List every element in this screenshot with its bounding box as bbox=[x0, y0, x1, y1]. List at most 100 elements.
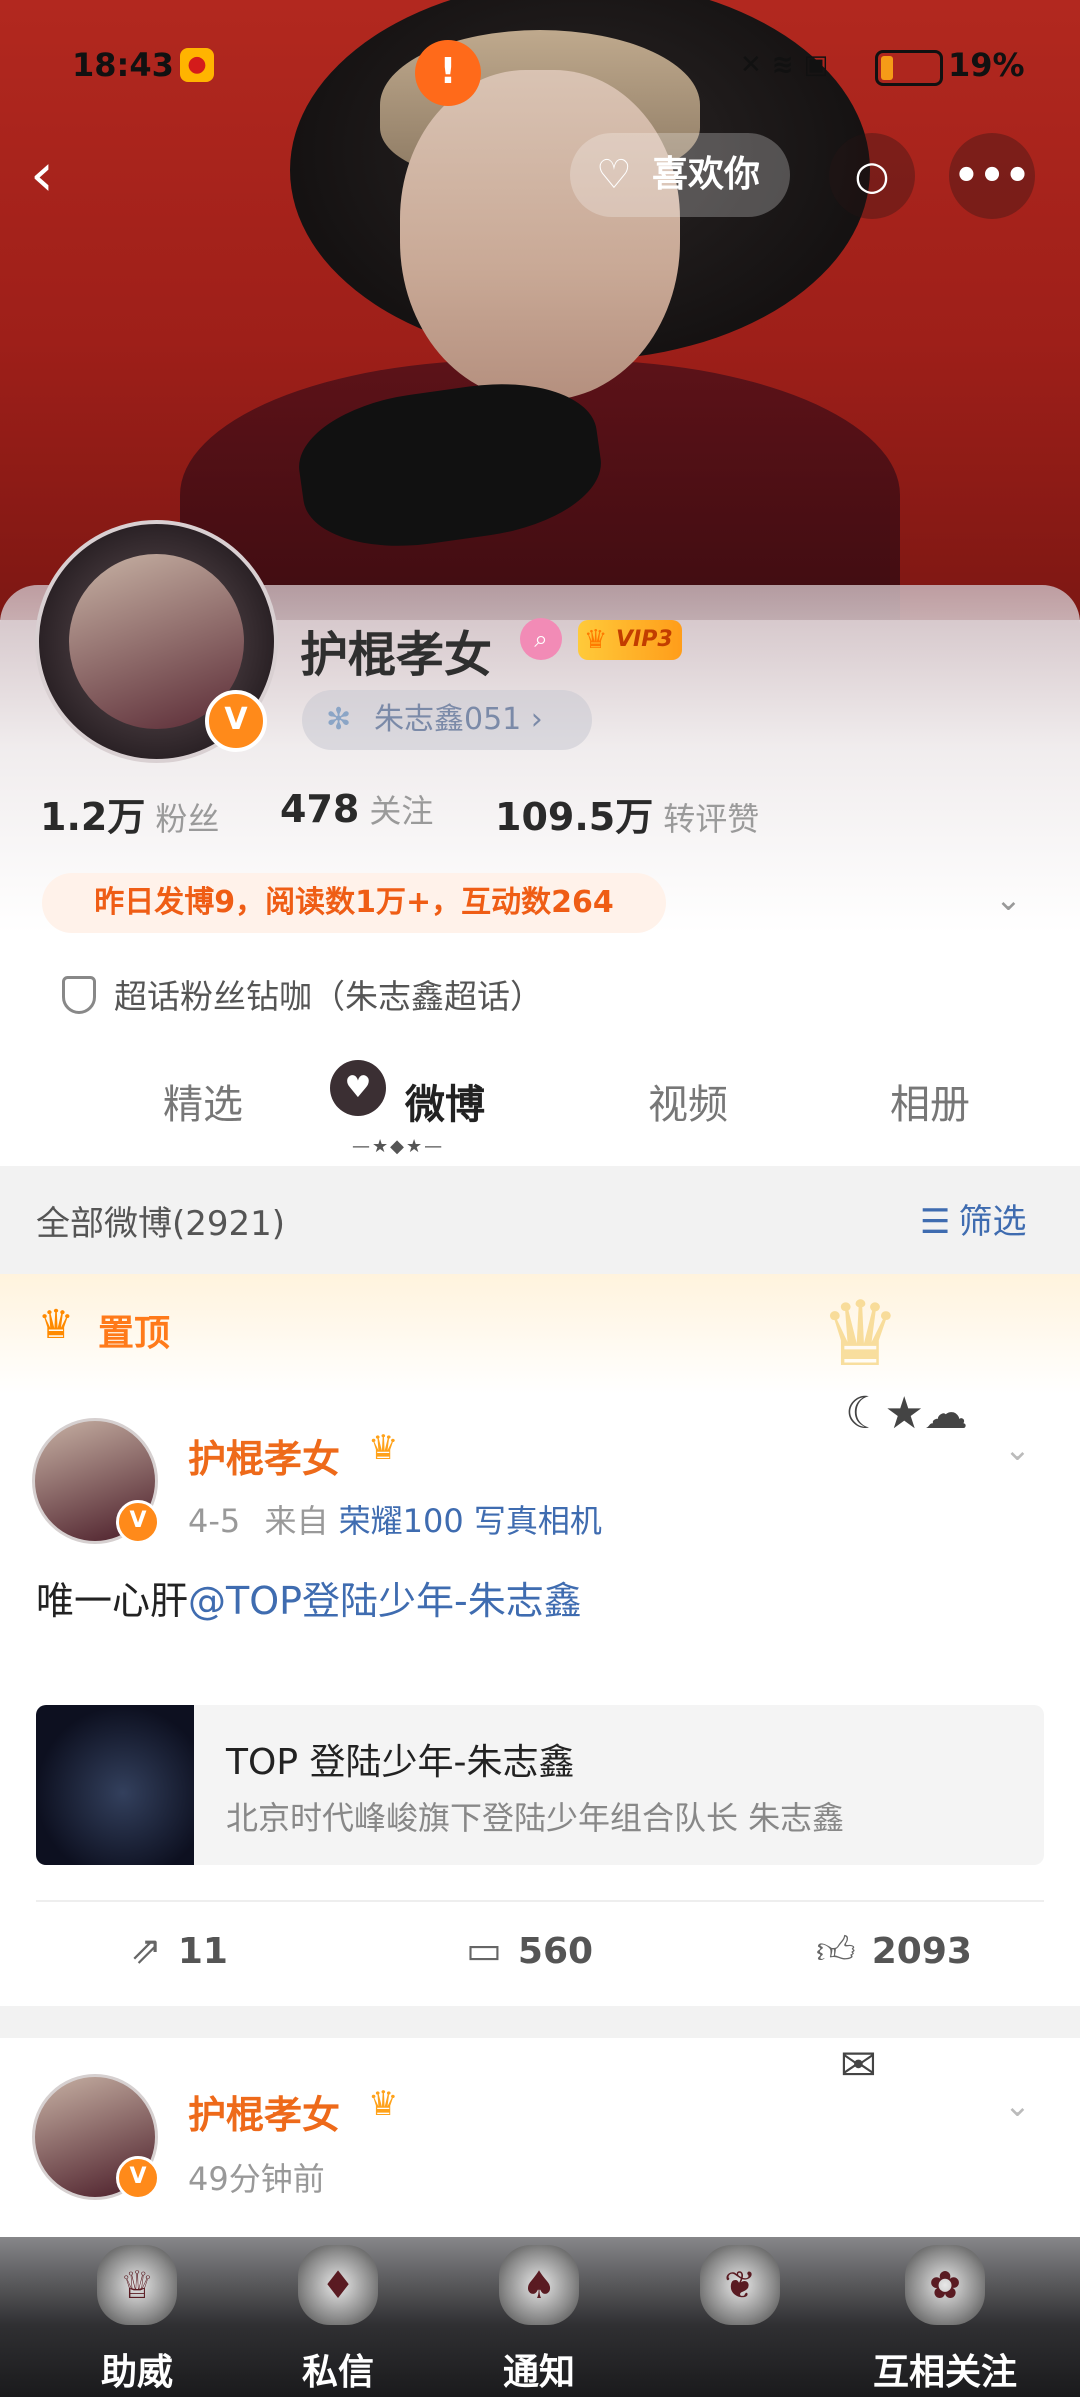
notification-icon: ♠ bbox=[499, 2245, 579, 2325]
nav-messages[interactable]: ♦ 私信 bbox=[273, 2237, 403, 2397]
tab-album[interactable]: 相册 bbox=[890, 1072, 970, 1130]
vip-label: VIP3 bbox=[616, 627, 673, 652]
vip-badge[interactable]: ♛ VIP3 bbox=[578, 620, 682, 660]
repost-icon: ⇗ bbox=[130, 1928, 162, 1972]
thumbs-up-icon: 👍︎ bbox=[816, 1928, 856, 1972]
search-badge-icon[interactable]: ⌕ bbox=[520, 618, 562, 660]
search-button[interactable]: ○ bbox=[829, 133, 915, 219]
interactions-label: 转评赞 bbox=[663, 800, 760, 838]
crown-icon: ♛ bbox=[368, 1428, 399, 1468]
chevron-down-icon[interactable]: ⌄ bbox=[1004, 2086, 1031, 2124]
heart-icon: ♥ bbox=[330, 1060, 386, 1116]
snowflake-icon: ✻ bbox=[326, 702, 352, 737]
filter-button[interactable]: ☰ 筛选 bbox=[920, 1194, 1026, 1243]
link-title: TOP 登陆少年-朱志鑫 bbox=[226, 1742, 575, 1783]
more-icon: ••• bbox=[953, 153, 1031, 199]
post-card[interactable] bbox=[0, 1394, 1080, 2006]
following-label: 关注 bbox=[369, 792, 434, 830]
pinned-label: 置顶 bbox=[98, 1313, 171, 1354]
search-icon: ○ bbox=[854, 153, 890, 199]
battery-icon bbox=[875, 50, 943, 86]
status-time: 18:43 bbox=[72, 46, 174, 84]
post-text-body: 唯一心肝 bbox=[36, 1579, 189, 1623]
nav-notifications-label: 通知 bbox=[502, 2352, 575, 2393]
nav-mutual-follow[interactable]: ✿ 互相关注 bbox=[860, 2237, 1030, 2397]
fan-title: 超话粉丝钻咖（朱志鑫超话） bbox=[114, 977, 543, 1016]
post-card[interactable] bbox=[0, 2038, 1080, 2237]
chevron-down-icon[interactable]: ⌄ bbox=[995, 880, 1022, 918]
link-thumbnail bbox=[36, 1705, 194, 1865]
link-subtitle: 北京时代峰峻旗下登陆少年组合队长 朱志鑫 bbox=[226, 1799, 845, 1837]
repost-button[interactable]: ⇗ 11 bbox=[130, 1928, 228, 1972]
following-count: 478 bbox=[280, 787, 360, 831]
weibo-notification-icon: ● bbox=[180, 48, 214, 82]
tab-weibo[interactable]: 微博 bbox=[405, 1072, 485, 1130]
super-topic-label: 朱志鑫051 › bbox=[374, 702, 543, 737]
nav-messages-label: 私信 bbox=[301, 2352, 374, 2393]
pinned-header: ♛ 置顶 ♛ bbox=[0, 1274, 1080, 1394]
comment-button[interactable]: ▭ 560 bbox=[466, 1928, 593, 1972]
profile-username: 护棍孝女 bbox=[300, 627, 493, 683]
filter-icon: ☰ bbox=[920, 1202, 951, 1242]
like-button[interactable]: 👍︎ 2093 bbox=[816, 1928, 972, 1974]
shield-icon bbox=[62, 975, 96, 1014]
signal-wifi-icons: ✕≋▣ bbox=[740, 50, 839, 80]
comment-icon: ▭ bbox=[466, 1928, 502, 1972]
more-button[interactable]: ••• bbox=[949, 133, 1035, 219]
followers-label: 粉丝 bbox=[155, 800, 220, 838]
back-button[interactable]: ‹ bbox=[30, 140, 90, 210]
following-stat[interactable]: 478 关注 bbox=[280, 786, 433, 832]
followers-stat[interactable]: 1.2万 粉丝 bbox=[40, 786, 219, 841]
tab-underline-decoration: —★◆★— bbox=[352, 1136, 445, 1157]
alert-icon[interactable]: ! bbox=[415, 40, 481, 106]
nav-cheer-label: 助威 bbox=[100, 2352, 173, 2393]
butterfly-icon: ❦ bbox=[700, 2245, 780, 2325]
post-count-label: 全部微博(2921) bbox=[36, 1204, 286, 1244]
rose-icon: ✿ bbox=[905, 2245, 985, 2325]
interactions-stat[interactable]: 109.5万 转评赞 bbox=[495, 786, 759, 841]
status-bar: 18:43 ● ! ✕≋▣ 19% bbox=[0, 40, 1080, 106]
super-topic-tag[interactable]: ✻ 朱志鑫051 › bbox=[302, 690, 592, 750]
post-text: 唯一心肝@TOP登陆少年-朱志鑫 bbox=[36, 1570, 582, 1625]
fan-title-row[interactable]: 超话粉丝钻咖（朱志鑫超话） bbox=[62, 970, 543, 1018]
comment-count: 560 bbox=[517, 1931, 594, 1972]
nav-cheer[interactable]: ♕ 助威 bbox=[72, 2237, 202, 2397]
followers-count: 1.2万 bbox=[40, 795, 146, 839]
chevron-down-icon[interactable]: ⌄ bbox=[1004, 1430, 1031, 1468]
mention-link[interactable]: @TOP登陆少年-朱志鑫 bbox=[188, 1579, 582, 1623]
message-icon: ♦ bbox=[298, 2245, 378, 2325]
like-you-button[interactable]: ♡ 喜欢你 bbox=[570, 133, 790, 217]
post-author[interactable]: 护棍孝女 bbox=[188, 2084, 340, 2139]
post-time: 4-5 bbox=[188, 1502, 241, 1540]
divider bbox=[36, 1900, 1044, 1902]
repost-count: 11 bbox=[177, 1931, 228, 1972]
filter-bar: 全部微博(2921) ☰ 筛选 bbox=[0, 1166, 1080, 1274]
bottom-nav: ♕ 助威 ♦ 私信 ♠ 通知 ❦ ✿ 互相关注 bbox=[0, 2237, 1080, 2397]
verified-badge-icon: V bbox=[116, 1500, 160, 1544]
moon-sticker-icon: ☾★☁ bbox=[845, 1388, 968, 1439]
nav-mutual-follow-label: 互相关注 bbox=[872, 2352, 1017, 2393]
post-separator bbox=[0, 2006, 1080, 2038]
envelope-sticker-icon: ✉ bbox=[840, 2040, 877, 2091]
cheer-icon: ♕ bbox=[97, 2245, 177, 2325]
post-meta: 4-5 来自 荣耀100 写真相机 bbox=[188, 1496, 602, 1542]
crown-icon: ♛ bbox=[368, 2084, 399, 2124]
like-you-label: 喜欢你 bbox=[652, 154, 761, 195]
verified-badge-icon: V bbox=[205, 690, 267, 752]
tab-video[interactable]: 视频 bbox=[648, 1072, 728, 1130]
crown-decoration-icon: ♛ bbox=[820, 1282, 901, 1387]
like-count: 2093 bbox=[871, 1931, 972, 1972]
crown-icon: ♛ bbox=[38, 1302, 74, 1348]
crown-icon: ♛ bbox=[584, 625, 608, 655]
link-card[interactable]: TOP 登陆少年-朱志鑫 北京时代峰峻旗下登陆少年组合队长 朱志鑫 bbox=[36, 1705, 1044, 1865]
post-source-device[interactable]: 荣耀100 写真相机 bbox=[339, 1502, 602, 1540]
nav-me[interactable]: ❦ bbox=[675, 2237, 805, 2397]
post-time: 49分钟前 bbox=[188, 2160, 325, 2198]
battery-percent: 19% bbox=[948, 46, 1025, 84]
daily-summary-pill[interactable]: 昨日发博9，阅读数1万+，互动数264 bbox=[42, 873, 666, 933]
nav-notifications[interactable]: ♠ 通知 bbox=[474, 2237, 604, 2397]
interactions-count: 109.5万 bbox=[495, 795, 654, 839]
tab-featured[interactable]: 精选 bbox=[163, 1072, 243, 1130]
post-author[interactable]: 护棍孝女 bbox=[188, 1428, 340, 1483]
filter-label: 筛选 bbox=[958, 1202, 1027, 1242]
